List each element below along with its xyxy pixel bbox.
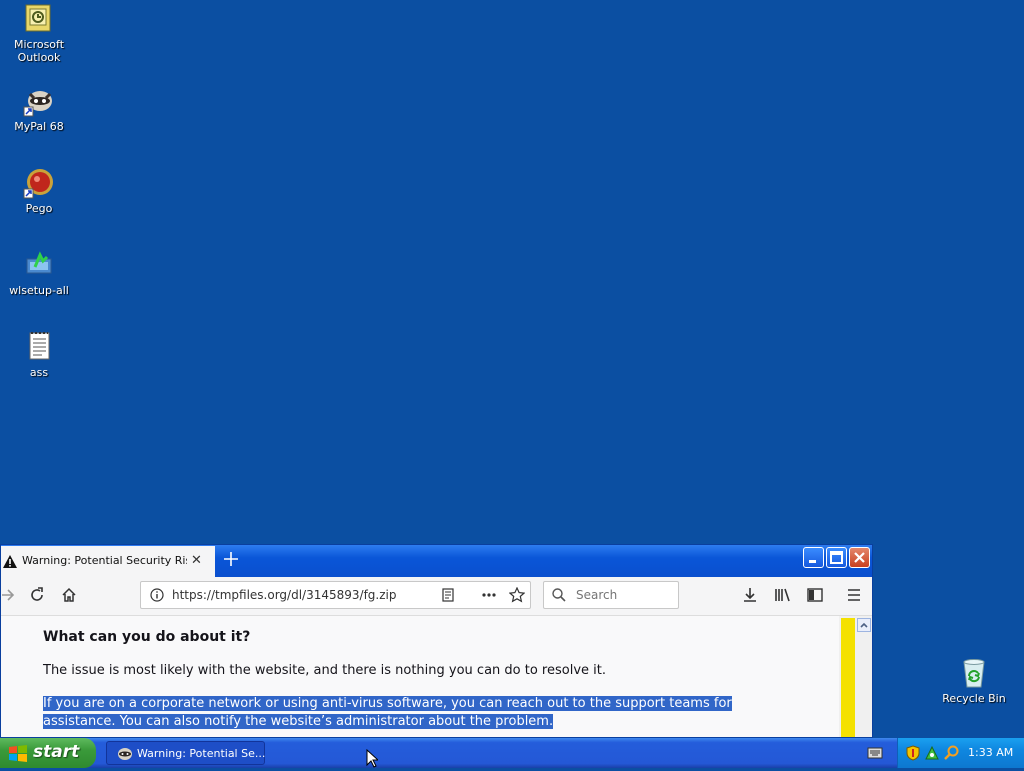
taskbar-item-browser[interactable]: Warning: Potential Se... [106,741,265,765]
desktop-icon-label: Microsoft Outlook [13,38,65,64]
scrollbar[interactable] [839,616,872,737]
close-window-button[interactable] [849,547,870,568]
desktop-icon-recycle-bin[interactable]: Recycle Bin [936,657,1012,705]
windows-logo-icon [8,744,28,767]
tab-bar: Warning: Potential Security Risk Ahead ✕ [1,545,872,577]
mypal-icon [23,85,55,117]
desktop-icon-label: wlsetup-all [9,284,69,297]
system-tray: 1:33 AM [897,738,1024,768]
menu-icon[interactable] [847,587,861,606]
text-file-icon [23,331,55,363]
reload-icon[interactable] [29,587,45,606]
desktop-icon-ass[interactable]: ass [1,331,77,379]
search-bar[interactable] [543,581,679,609]
tab-close-icon[interactable]: ✕ [191,553,202,568]
minimize-button[interactable] [803,547,824,568]
new-tab-button[interactable] [223,548,239,572]
search-icon [552,588,566,605]
desktop-icon-wlsetup[interactable]: wlsetup-all [1,249,77,297]
clock: 1:33 AM [968,746,1014,759]
desktop-icon-label: ass [29,366,49,379]
search-tray-icon[interactable] [944,745,960,764]
recycle-bin-icon [958,657,990,689]
url-text[interactable]: https://tmpfiles.org/dl/3145893/fg.zip [172,588,396,602]
selected-text: If you are on a corporate network or usi… [43,696,732,729]
desktop-icon-mypal[interactable]: MyPal 68 [1,85,77,133]
forward-icon[interactable] [1,587,15,606]
browser-window: Warning: Potential Security Risk Ahead ✕ [0,544,873,738]
network-icon[interactable] [924,745,940,764]
keyboard-icon[interactable] [867,747,883,762]
tab-warning[interactable]: Warning: Potential Security Risk Ahead ✕ [1,546,215,577]
desktop-icon-pego[interactable]: Pego [1,167,77,215]
outlook-icon [23,3,55,35]
section-heading: What can you do about it? [43,629,251,645]
paragraph-selected: If you are on a corporate network or usi… [43,695,763,731]
page-content: What can you do about it? The issue is m… [1,616,839,737]
desktop-icon-label: Recycle Bin [942,692,1006,705]
search-input[interactable] [574,587,674,603]
warning-icon [3,555,17,571]
mypal-icon [117,746,133,765]
desktop-icon-label: MyPal 68 [14,120,64,133]
pego-icon [23,167,55,199]
paragraph-issue: The issue is most likely with the websit… [43,663,606,678]
start-label: start [33,742,80,762]
page-actions-icon[interactable] [481,588,497,605]
start-button[interactable]: start [0,738,96,768]
reader-view-icon[interactable] [441,588,455,605]
bookmark-star-icon[interactable] [508,586,526,606]
desktop-icon-label: Pego [25,202,53,215]
taskbar-item-label: Warning: Potential Se... [137,747,266,760]
home-icon[interactable] [61,587,77,606]
security-shield-icon[interactable] [906,745,920,764]
downloads-icon[interactable] [742,587,758,606]
scroll-up-button[interactable] [857,618,871,632]
installer-icon [23,249,55,281]
info-icon[interactable] [150,588,164,605]
desktop-icon-outlook[interactable]: Microsoft Outlook [1,3,77,64]
find-highlight-marker [841,618,855,737]
maximize-button[interactable] [826,547,847,568]
url-bar[interactable]: https://tmpfiles.org/dl/3145893/fg.zip [140,581,531,609]
tab-title: Warning: Potential Security Risk Ahead [22,554,187,567]
nav-toolbar: https://tmpfiles.org/dl/3145893/fg.zip [1,577,872,616]
taskbar: start Warning: Potential Se... 1:33 AM [0,738,1024,768]
library-icon[interactable] [774,587,792,606]
sidebar-icon[interactable] [807,587,823,606]
